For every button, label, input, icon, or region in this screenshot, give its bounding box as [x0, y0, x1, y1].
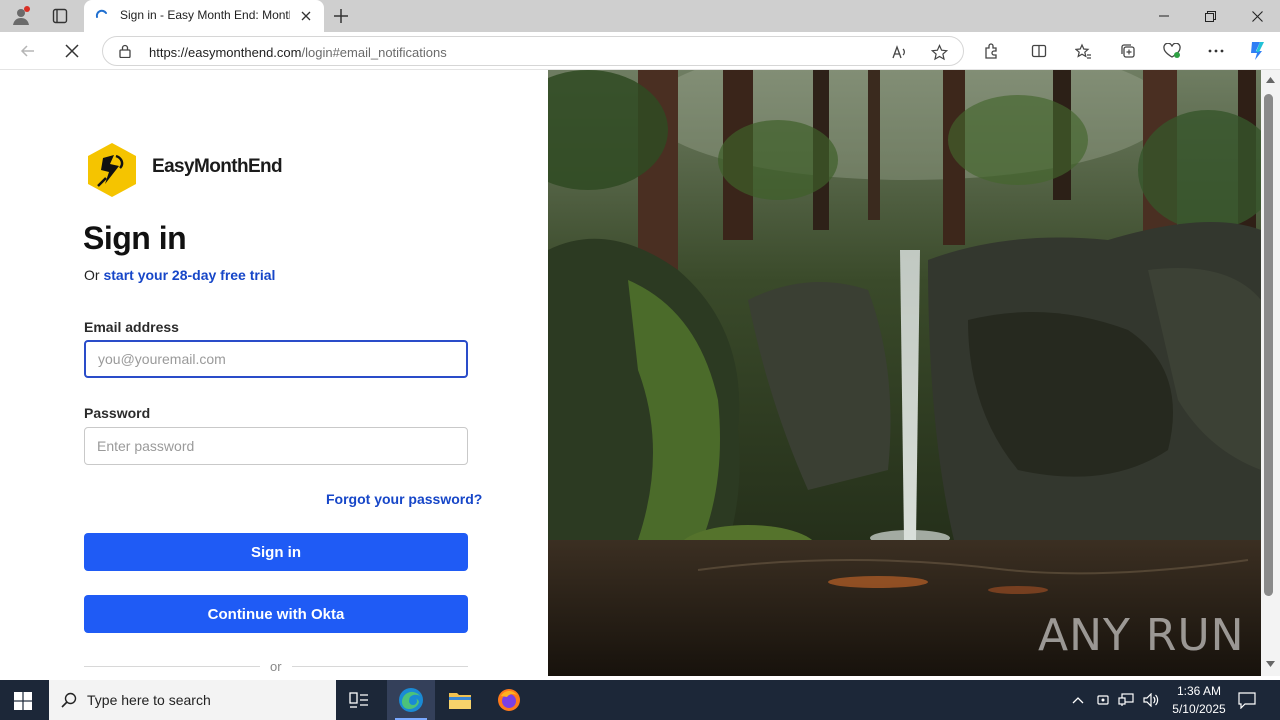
- page-title: Sign in: [83, 220, 187, 256]
- password-label: Password: [84, 405, 151, 421]
- url-host: https://easymonthend.com: [149, 45, 302, 60]
- close-tab-icon[interactable]: [298, 8, 314, 24]
- windows-start-icon[interactable]: [12, 690, 34, 712]
- tab-actions-icon[interactable]: [50, 6, 70, 26]
- read-aloud-icon[interactable]: [889, 42, 909, 62]
- email-field[interactable]: [86, 342, 466, 376]
- tab-active[interactable]: Sign in - Easy Month End: Month: [84, 0, 324, 32]
- page-viewport: EasyMonthEnd Sign in Or start your 28-da…: [4, 70, 1261, 676]
- favorites-icon[interactable]: [1073, 41, 1093, 61]
- tray-device-icon[interactable]: [1095, 692, 1111, 708]
- divider-line-left: [84, 666, 260, 667]
- close-window-icon[interactable]: [1247, 6, 1267, 26]
- stop-loading-icon[interactable]: [62, 41, 82, 61]
- forest-waterfall-image: ANY RUN: [548, 70, 1261, 676]
- taskbar-clock-date[interactable]: 5/10/2025: [1166, 702, 1232, 716]
- trial-prefix: Or: [84, 267, 100, 283]
- address-bar[interactable]: https://easymonthend.com/login#email_not…: [102, 36, 964, 66]
- split-screen-icon[interactable]: [1029, 41, 1049, 61]
- taskbar-edge-app[interactable]: [387, 680, 435, 720]
- password-field[interactable]: [85, 428, 467, 464]
- forgot-password-link[interactable]: Forgot your password?: [326, 491, 482, 507]
- trial-line: Or start your 28-day free trial: [84, 267, 275, 283]
- profile-icon[interactable]: [10, 5, 32, 27]
- url-text[interactable]: https://easymonthend.com/login#email_not…: [149, 45, 447, 60]
- new-tab-icon[interactable]: [331, 6, 351, 26]
- browser-toolbar: https://easymonthend.com/login#email_not…: [0, 32, 1280, 70]
- email-label: Email address: [84, 319, 179, 335]
- url-path: /login#email_notifications: [301, 45, 447, 60]
- browser-essentials-icon[interactable]: [1162, 41, 1182, 61]
- anyrun-watermark: ANY RUN: [1038, 610, 1245, 661]
- favorite-star-icon[interactable]: [929, 42, 949, 62]
- divider-or-text: or: [270, 659, 282, 674]
- okta-button[interactable]: Continue with Okta: [84, 595, 468, 633]
- tab-title: Sign in - Easy Month End: Month: [120, 8, 290, 22]
- firefox-icon[interactable]: [496, 687, 522, 713]
- taskbar-search-box[interactable]: Type here to search: [49, 680, 336, 720]
- brand-logo-icon: [86, 142, 138, 198]
- notifications-icon[interactable]: [1238, 691, 1256, 709]
- scrollbar-thumb[interactable]: [1264, 94, 1273, 596]
- taskbar: Type here to search: [0, 680, 1280, 720]
- more-menu-icon[interactable]: [1206, 41, 1226, 61]
- scroll-up-arrow-icon[interactable]: [1265, 76, 1276, 84]
- email-field-wrapper: [84, 340, 468, 378]
- password-field-wrapper: [84, 427, 468, 465]
- brand-name: EasyMonthEnd: [152, 156, 283, 177]
- taskbar-search-placeholder: Type here to search: [87, 692, 211, 708]
- lock-icon[interactable]: [117, 43, 133, 59]
- back-icon[interactable]: [18, 41, 38, 61]
- file-explorer-icon[interactable]: [447, 688, 473, 712]
- minimize-icon[interactable]: [1154, 6, 1174, 26]
- tray-chevron-up-icon[interactable]: [1070, 692, 1086, 708]
- tab-strip: Sign in - Easy Month End: Month: [0, 0, 1280, 32]
- scroll-down-arrow-icon[interactable]: [1265, 660, 1276, 668]
- collections-icon[interactable]: [1118, 41, 1138, 61]
- restore-icon[interactable]: [1200, 6, 1220, 26]
- taskbar-clock-time[interactable]: 1:36 AM: [1168, 684, 1230, 698]
- sign-in-button[interactable]: Sign in: [84, 533, 468, 571]
- volume-icon[interactable]: [1142, 692, 1160, 708]
- network-icon[interactable]: [1118, 692, 1134, 708]
- loading-spinner-icon: [94, 8, 110, 24]
- task-view-icon[interactable]: [348, 690, 370, 712]
- free-trial-link[interactable]: start your 28-day free trial: [103, 267, 275, 283]
- copilot-icon[interactable]: [1245, 39, 1269, 63]
- edge-browser-icon: [398, 687, 424, 713]
- divider-line-right: [292, 666, 468, 667]
- search-icon: [60, 691, 78, 709]
- extensions-icon[interactable]: [981, 41, 1001, 61]
